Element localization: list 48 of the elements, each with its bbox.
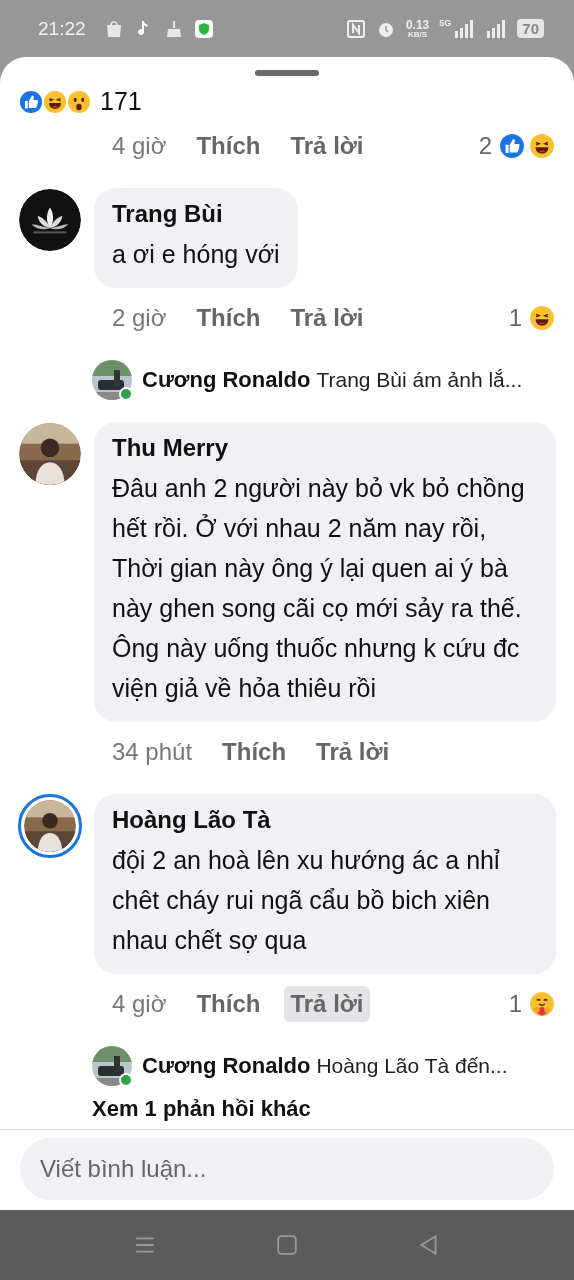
comment-bubble[interactable]: Trang Bùi a ơi e hóng với: [94, 188, 298, 288]
reply-preview-text[interactable]: Trang Bùi ám ảnh lắ...: [316, 368, 523, 392]
like-reaction-icon: [498, 132, 526, 160]
author-name[interactable]: Trang Bùi: [112, 200, 280, 228]
comment-text: Đâu anh 2 người này bỏ vk bỏ chồng hết rồi. Ở với nhau 2 năm nay rồi, Thời gian này ông ý lại quen ai ý bà này ghen song cãi cọ mới sảy ra thế. Ông này uống thuốc nhưng k cứu đc viện giả về hỏa thiêu rồi: [112, 473, 526, 704]
author-name[interactable]: Hoàng Lão Tà: [112, 806, 538, 834]
reply-link[interactable]: Trả lời: [284, 986, 370, 1022]
reply-link[interactable]: Trả lời: [284, 128, 370, 164]
laughing-emoji-icon: [528, 132, 556, 160]
comment-time: 4 giờ: [112, 132, 167, 160]
laughing-emoji-icon: [528, 304, 556, 332]
laughing-emoji-icon: [42, 88, 68, 115]
speed-unit: KB/S: [408, 30, 428, 39]
reaction-count[interactable]: 171: [100, 87, 142, 116]
signal-icon: [485, 18, 508, 39]
battery-indicator: 70: [517, 19, 544, 38]
nfc-icon: [345, 18, 366, 39]
network-speed: 0.13: [405, 18, 430, 31]
reply-author[interactable]: Cương Ronaldo: [142, 1053, 311, 1079]
signal-icon: [453, 18, 476, 39]
author-name[interactable]: Thu Merry: [112, 434, 538, 462]
like-link[interactable]: Thích: [216, 734, 293, 770]
like-link[interactable]: Thích: [190, 300, 267, 336]
like-reaction-icon: [18, 88, 44, 115]
shield-icon: [193, 18, 214, 39]
reaction-count[interactable]: 1: [508, 990, 522, 1018]
reaction-count[interactable]: 1: [508, 304, 522, 332]
reply-link[interactable]: Trả lời: [284, 300, 370, 336]
comment-text: đội 2 an hoà lên xu hướng ác a nhỉ chêt cháy rui ngã cẩu bồ bich xiên nhau chết sợ qua: [112, 845, 501, 956]
comment-time: 34 phút: [112, 738, 193, 766]
like-link[interactable]: Thích: [190, 128, 267, 164]
view-more-replies-link[interactable]: Xem 1 phản hồi khác: [92, 1096, 311, 1122]
hugging-emoji-icon: [528, 990, 556, 1018]
surprised-emoji-icon: [66, 88, 92, 115]
network-type: 5G: [439, 18, 452, 28]
reaction-count[interactable]: 2: [478, 132, 492, 160]
comment-text: a ơi e hóng với: [112, 239, 280, 270]
reply-author[interactable]: Cương Ronaldo: [142, 367, 311, 393]
drag-handle[interactable]: [255, 70, 319, 76]
comment-input-field[interactable]: Viết bình luận...: [20, 1138, 554, 1200]
comment-time: 2 giờ: [112, 304, 167, 332]
like-link[interactable]: Thích: [190, 986, 267, 1022]
comment-bubble[interactable]: Hoàng Lão Tà đội 2 an hoà lên xu hướng ác a nhỉ chêt cháy rui ngã cẩu bồ bich xiên nhau chết sợ qua: [94, 794, 556, 974]
clock: 21:22: [38, 17, 86, 40]
comment-time: 4 giờ: [112, 990, 167, 1018]
reply-link[interactable]: Trả lời: [310, 734, 396, 770]
story-ring[interactable]: [18, 794, 82, 858]
reply-preview-text[interactable]: Hoàng Lão Tà đến...: [316, 1054, 508, 1078]
